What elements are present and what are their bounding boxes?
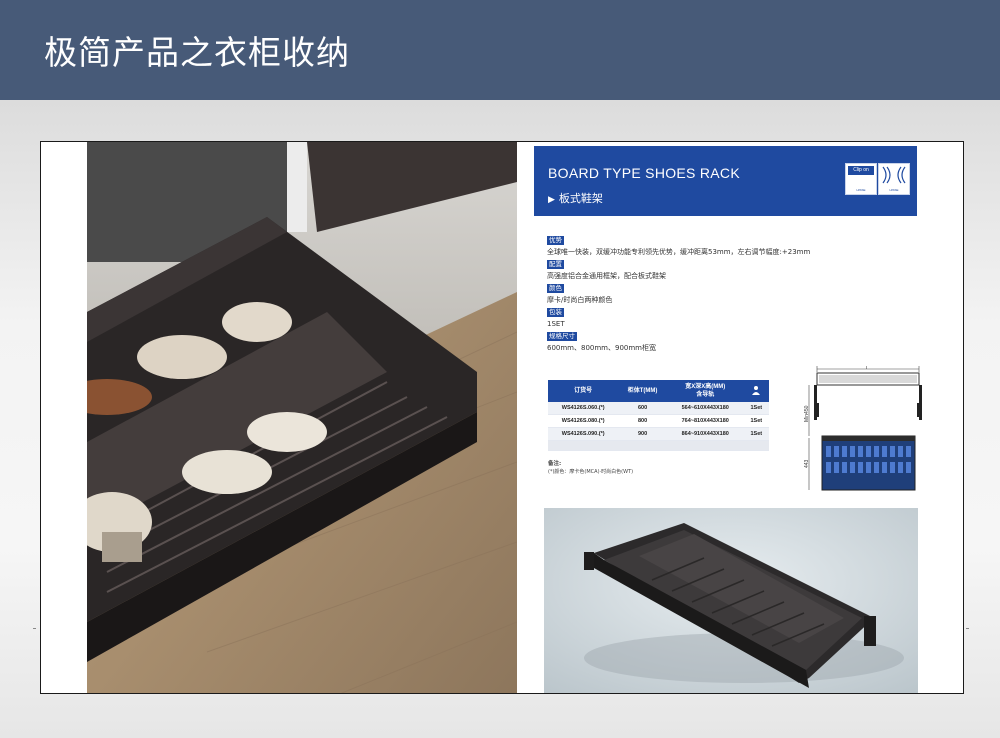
spec-label: 优势	[547, 236, 564, 245]
spec-label: 规格尺寸	[547, 332, 577, 341]
spec-config: 配置 高强度铝合金通用框架，配合板式鞋架	[547, 260, 907, 281]
spec-package: 包装 1SET	[547, 308, 907, 329]
clip-on-badge: Clip on HISSE	[845, 163, 877, 195]
table-row: WS4126S.090.(*) 900 864~910X443X180 1Set	[548, 427, 769, 441]
person-icon	[752, 385, 761, 395]
slide-title: 极简产品之衣柜收纳	[44, 33, 350, 72]
cell-cabinet: 900	[618, 427, 667, 441]
technical-drawing: T Min450 443	[801, 365, 926, 496]
play-triangle-icon: ▶	[548, 195, 555, 205]
cell-qty: 1Set	[743, 402, 769, 415]
cell-qty: 1Set	[743, 414, 769, 428]
shoe-rack-photo	[87, 142, 517, 693]
column-header: 订货号	[548, 380, 619, 402]
cell-cabinet: 800	[618, 414, 667, 428]
table-row: WS4126S.060.(*) 600 564~610X443X180 1Set	[548, 402, 769, 415]
depth-dimension-label: 443	[804, 459, 810, 468]
notes-title: 备注:	[548, 461, 562, 467]
cell-size: 864~910X443X180	[666, 427, 744, 441]
notes-text: (*)颜色：摩卡色(MCA)·时尚白色(WT)	[548, 469, 634, 475]
table-header-row: 订货号 柜体T(MM) 宽X深X高(MM) 含导轨	[548, 380, 769, 402]
spec-text: 摩卡/时尚白两种颜色	[547, 296, 613, 304]
soft-close-caption: HISSE	[889, 188, 899, 192]
cell-order-no: WS4126S.060.(*)	[548, 402, 619, 415]
column-header: 宽X深X高(MM) 含导轨	[666, 380, 744, 402]
clip-on-label: Clip on	[848, 166, 874, 175]
spec-list: 优势 全球唯一快装，双缓冲功能专利领先优势，缓冲距离53mm，左右调节幅度:+2…	[547, 236, 907, 356]
column-header: 柜体T(MM)	[618, 380, 667, 402]
slide-header: 极简产品之衣柜收纳	[0, 0, 1000, 100]
cell-size: 764~810X443X180	[666, 414, 744, 428]
edge-mark	[33, 628, 36, 629]
spec-label: 包装	[547, 308, 564, 317]
cell-order-no: WS4126S.090.(*)	[548, 427, 619, 441]
product-subtitle: ▶ 板式鞋架	[548, 190, 603, 206]
soft-close-badge: HISSE	[878, 163, 910, 195]
product-banner: BOARD TYPE SHOES RACK ▶ 板式鞋架 Clip on HISS…	[534, 146, 917, 216]
product-title: BOARD TYPE SHOES RACK	[548, 165, 740, 181]
cell-size: 564~610X443X180	[666, 402, 744, 415]
min-height-label: Min450	[804, 405, 810, 422]
order-table: 订货号 柜体T(MM) 宽X深X高(MM) 含导轨 WS4126S.060.(*…	[548, 380, 769, 451]
notes: 备注: (*)颜色：摩卡色(MCA)·时尚白色(WT)	[548, 460, 633, 476]
soft-close-icon	[882, 166, 906, 184]
spec-label: 配置	[547, 260, 564, 269]
cell-qty: 1Set	[743, 427, 769, 441]
spec-color: 颜色 摩卡/时尚白两种颜色	[547, 284, 907, 305]
catalog-spread: BOARD TYPE SHOES RACK ▶ 板式鞋架 Clip on HISS…	[40, 141, 964, 694]
clip-on-caption: HISSE	[856, 188, 866, 192]
spec-advantage: 优势 全球唯一快装，双缓冲功能专利领先优势，缓冲距离53mm，左右调节幅度:+2…	[547, 236, 907, 257]
spec-text: 1SET	[547, 320, 565, 328]
cell-order-no: WS4126S.080.(*)	[548, 414, 619, 428]
product-render-photo	[544, 508, 918, 693]
spec-text: 全球唯一快装，双缓冲功能专利领先优势，缓冲距离53mm，左右调节幅度:+23mm	[547, 248, 811, 256]
table-row: WS4126S.080.(*) 800 764~810X443X180 1Set	[548, 414, 769, 428]
spec-size: 规格尺寸 600mm、800mm、900mm柜宽	[547, 332, 907, 353]
table-row-empty	[548, 440, 769, 451]
spec-text: 600mm、800mm、900mm柜宽	[547, 344, 656, 352]
spec-label: 颜色	[547, 284, 564, 293]
product-subtitle-text: 板式鞋架	[558, 192, 603, 205]
column-header-icon	[743, 380, 769, 402]
cell-cabinet: 600	[618, 402, 667, 415]
edge-mark	[966, 628, 969, 629]
width-dimension-label: T	[865, 366, 868, 371]
spec-text: 高强度铝合金通用框架，配合板式鞋架	[547, 272, 666, 280]
